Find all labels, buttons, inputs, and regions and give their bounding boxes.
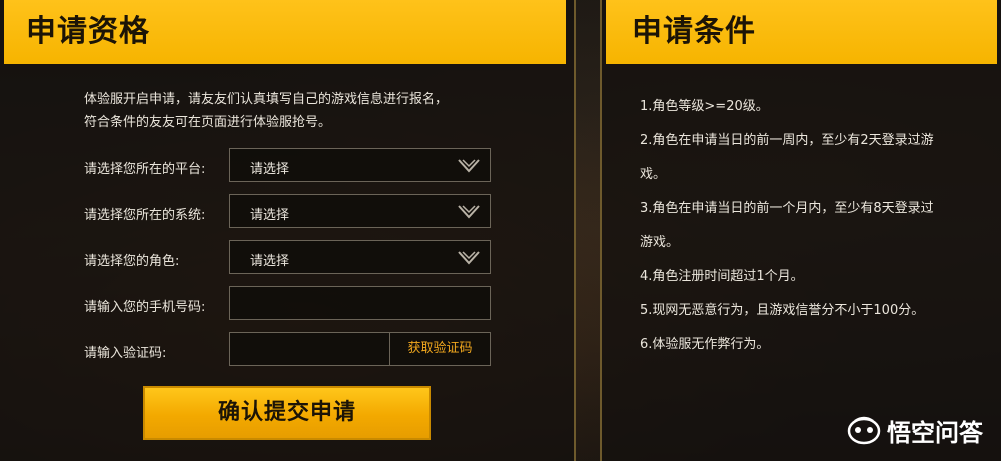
- chevron-down-icon: [458, 205, 480, 219]
- chevron-down-icon: [458, 159, 480, 173]
- platform-row: 请选择您所在的平台: 请选择: [84, 148, 494, 184]
- condition-line: 1.角色等级>=20级。: [640, 99, 769, 114]
- panel-header: 申请条件: [606, 0, 997, 64]
- get-code-button[interactable]: 获取验证码: [389, 333, 490, 365]
- intro-line: 符合条件的友友可在页面进行体验服抢号。: [84, 115, 332, 130]
- system-row: 请选择您所在的系统: 请选择: [84, 194, 494, 230]
- conditions-panel: 申请条件 1.角色等级>=20级。 2.角色在申请当日的前一周内，至少有2天登录…: [600, 0, 1001, 461]
- condition-line: 5.现网无恶意行为，且游戏信誉分不小于100分。: [640, 303, 925, 318]
- platform-select[interactable]: 请选择: [229, 148, 491, 182]
- intro-line: 体验服开启申请，请友友们认真填写自己的游戏信息进行报名，: [84, 92, 449, 107]
- system-value: 请选择: [250, 208, 290, 223]
- chevron-down-icon: [458, 251, 480, 265]
- role-label: 请选择您的角色:: [84, 254, 180, 269]
- condition-line: 3.角色在申请当日的前一个月内，至少有8天登录过: [640, 201, 934, 216]
- watermark: 悟空问答: [847, 415, 983, 447]
- condition-line: 4.角色注册时间超过1个月。: [640, 269, 804, 284]
- panel-header: 申请资格: [4, 0, 566, 64]
- phone-row: 请输入您的手机号码:: [84, 286, 494, 322]
- watermark-text: 悟空问答: [887, 418, 983, 447]
- wukong-logo-icon: [847, 416, 881, 445]
- code-row: 请输入验证码: 获取验证码: [84, 332, 494, 368]
- phone-field-wrapper: [229, 286, 491, 320]
- condition-line: 戏。: [640, 167, 667, 182]
- code-label: 请输入验证码:: [84, 346, 167, 361]
- role-value: 请选择: [250, 254, 290, 269]
- condition-line: 2.角色在申请当日的前一周内，至少有2天登录过游: [640, 133, 934, 148]
- role-select[interactable]: 请选择: [229, 240, 491, 274]
- conditions-list: 1.角色等级>=20级。 2.角色在申请当日的前一周内，至少有2天登录过游 戏。…: [640, 90, 970, 362]
- application-panel: 申请资格 体验服开启申请，请友友们认真填写自己的游戏信息进行报名， 符合条件的友…: [0, 0, 576, 461]
- verification-code-input[interactable]: [230, 333, 390, 365]
- phone-label: 请输入您的手机号码:: [84, 300, 206, 315]
- submit-button[interactable]: 确认提交申请: [143, 386, 431, 440]
- code-field-wrapper: 获取验证码: [229, 332, 491, 366]
- platform-label: 请选择您所在的平台:: [84, 162, 206, 177]
- condition-line: 游戏。: [640, 235, 680, 250]
- phone-input[interactable]: [230, 287, 490, 319]
- panel-title: 申请条件: [632, 14, 756, 49]
- condition-line: 6.体验服无作弊行为。: [640, 337, 770, 352]
- panel-title: 申请资格: [26, 14, 150, 49]
- intro-text: 体验服开启申请，请友友们认真填写自己的游戏信息进行报名， 符合条件的友友可在页面…: [84, 88, 504, 134]
- system-select[interactable]: 请选择: [229, 194, 491, 228]
- system-label: 请选择您所在的系统:: [84, 208, 206, 223]
- role-row: 请选择您的角色: 请选择: [84, 240, 494, 276]
- platform-value: 请选择: [250, 162, 290, 177]
